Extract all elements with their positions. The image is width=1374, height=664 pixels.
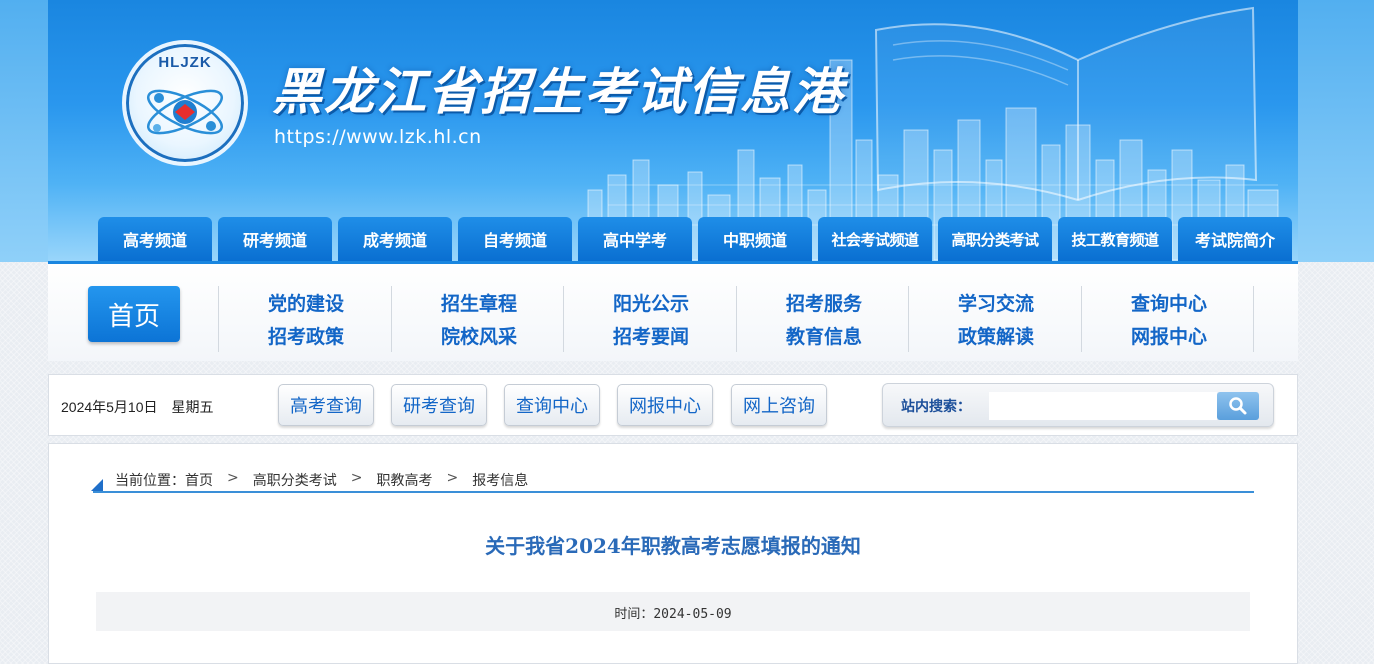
breadcrumb: 当前位置： 首页 > 高职分类考试 > 职教高考 > 报考信息 [115,470,528,490]
breadcrumb-separator: > [227,470,239,486]
article-meta-bar: 时间：2024-05-09 [96,592,1250,631]
breadcrumb-item-zhijiao-gaokao[interactable]: 职教高考 [376,470,432,490]
nav-link-jiaoyu-xinxi[interactable]: 教育信息 [754,321,894,354]
nav-divider [563,286,564,352]
nav-column: 查询中心 网报中心 [1099,288,1239,354]
tab-gaozhong-xuekao[interactable]: 高中学考 [578,217,692,261]
tab-gaokao[interactable]: 高考频道 [98,217,212,261]
article-title: 关于我省2024年职教高考志愿填报的通知 [485,534,861,558]
query-center-button[interactable]: 查询中心 [504,384,600,426]
article-publish-time: 时间：2024-05-09 [614,607,732,622]
nav-link-dangjian[interactable]: 党的建设 [236,288,376,321]
tab-kaoshiyuan-jianjie[interactable]: 考试院简介 [1178,217,1292,261]
site-url[interactable]: https://www.lzk.hl.cn [274,126,482,148]
breadcrumb-divider [93,491,1254,493]
nav-link-xuexi-jiaoliu[interactable]: 学习交流 [926,288,1066,321]
nav-divider [908,286,909,352]
logo-emblem-icon [147,89,223,135]
tab-shehui-kaoshi[interactable]: 社会考试频道 [818,217,932,261]
breadcrumb-marker-icon [91,479,103,491]
yankao-query-button[interactable]: 研考查询 [391,384,487,426]
nav-column: 招生章程 院校风采 [409,288,549,354]
tab-yankao[interactable]: 研考频道 [218,217,332,261]
site-logo[interactable]: HLJZK [122,40,248,166]
nav-divider [1253,286,1254,352]
nav-divider [1081,286,1082,352]
banner-side-right [1298,0,1374,262]
breadcrumb-prefix: 当前位置： [115,473,185,489]
nav-link-zhaokao-zhengce[interactable]: 招考政策 [236,321,376,354]
site-search: 站内搜索： [882,383,1274,427]
online-consult-button[interactable]: 网上咨询 [731,384,827,426]
tab-zhongzhi[interactable]: 中职频道 [698,217,812,261]
banner-side-left [0,0,48,262]
nav-link-zhaokao-yaowen[interactable]: 招考要闻 [581,321,721,354]
search-button[interactable] [1217,392,1259,420]
search-label: 站内搜索： [901,399,971,415]
breadcrumb-item-home[interactable]: 首页 [185,470,213,490]
online-registration-button[interactable]: 网报中心 [617,384,713,426]
search-icon [1229,397,1247,415]
nav-link-zhaokao-fuwu[interactable]: 招考服务 [754,288,894,321]
nav-divider [736,286,737,352]
nav-link-zhengce-jiedu[interactable]: 政策解读 [926,321,1066,354]
channel-tabs: 高考频道 研考频道 成考频道 自考频道 高中学考 中职频道 社会考试频道 高职分… [98,217,1292,261]
nav-link-yangguang-gongshi[interactable]: 阳光公示 [581,288,721,321]
nav-link-zhaosheng-zhangcheng[interactable]: 招生章程 [409,288,549,321]
nav-divider [218,286,219,352]
main-nav: 首页 党的建设 招考政策 招生章程 院校风采 阳光公示 招考要闻 招考服务 教育… [48,261,1298,361]
breadcrumb-separator: > [350,470,363,486]
tab-zikao[interactable]: 自考频道 [458,217,572,261]
nav-column: 党的建设 招考政策 [236,288,376,354]
header-banner: HLJZK 黑龙江省招生考试信息港 https://www.lzk.hl.cn … [0,0,1374,262]
nav-link-wangbao-zhongxin[interactable]: 网报中心 [1099,321,1239,354]
site-title: 黑龙江省招生考试信息港 [272,62,844,121]
quick-bar: 2024年5月10日 星期五 高考查询 研考查询 查询中心 网报中心 网上咨询 … [48,374,1298,436]
current-date: 2024年5月10日 星期五 [61,399,214,415]
nav-divider [391,286,392,352]
nav-column: 学习交流 政策解读 [926,288,1066,354]
nav-link-yuanxiao-fengcai[interactable]: 院校风采 [409,321,549,354]
logo-text: HLJZK [158,54,212,71]
tab-chengkao[interactable]: 成考频道 [338,217,452,261]
tab-gaozhi-fenlei[interactable]: 高职分类考试 [938,217,1052,261]
home-button[interactable]: 首页 [88,286,180,342]
article-panel: 当前位置： 首页 > 高职分类考试 > 职教高考 > 报考信息 关于我省2024… [48,443,1298,664]
nav-column: 招考服务 教育信息 [754,288,894,354]
breadcrumb-separator: > [446,470,459,486]
breadcrumb-item-gaozhi-fenlei[interactable]: 高职分类考试 [253,470,337,490]
gaokao-query-button[interactable]: 高考查询 [278,384,374,426]
tab-jigong-jiaoyu[interactable]: 技工教育频道 [1058,217,1172,261]
nav-link-chaxun-zhongxin[interactable]: 查询中心 [1099,288,1239,321]
breadcrumb-item-baokao-xinxi[interactable]: 报考信息 [472,470,528,490]
search-input[interactable] [989,392,1217,420]
nav-column: 阳光公示 招考要闻 [581,288,721,354]
